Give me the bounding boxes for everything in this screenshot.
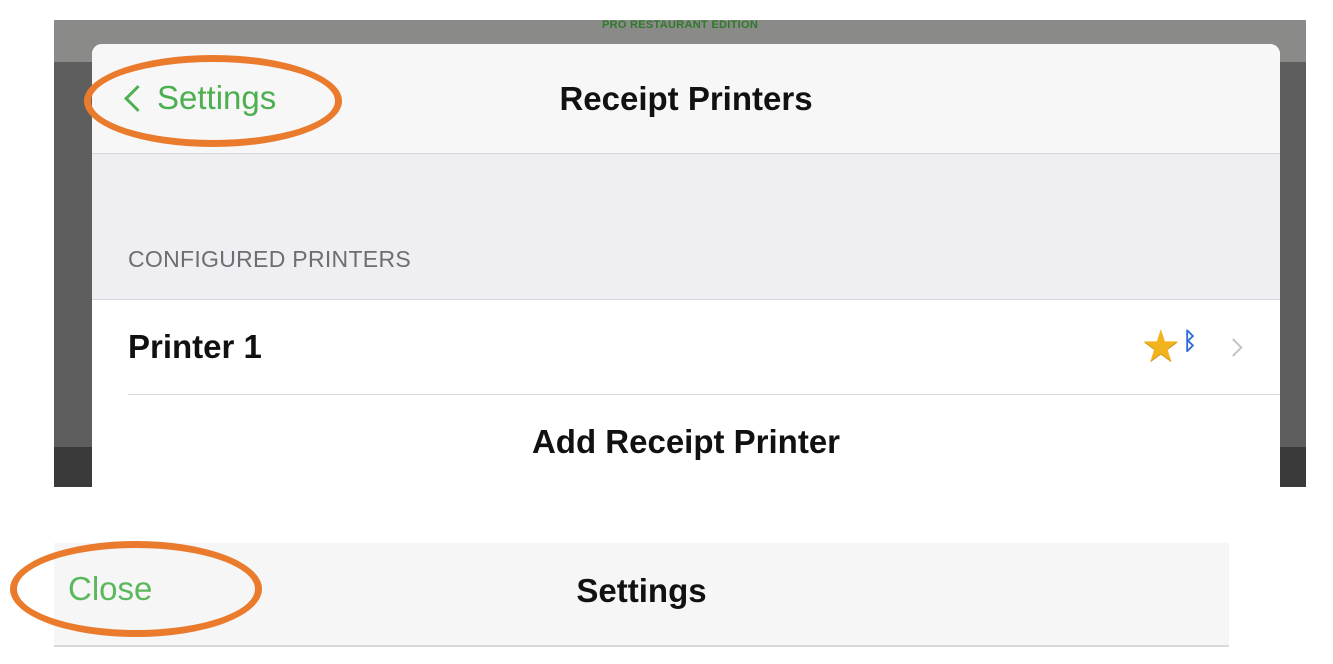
add-receipt-printer-button[interactable]: Add Receipt Printer xyxy=(92,395,1280,487)
printers-list: Printer 1 ★ ᛒ Add Receipt Printer xyxy=(92,299,1280,487)
back-button-label: Settings xyxy=(157,79,277,116)
navigation-bar: Receipt Printers Settings xyxy=(92,44,1280,154)
back-to-settings-button[interactable]: Settings xyxy=(122,74,276,122)
edition-label: PRO RESTAURANT EDITION xyxy=(601,20,759,31)
close-button[interactable]: Close xyxy=(68,565,152,613)
printer-row-accessories: ★ ᛒ xyxy=(1141,300,1243,394)
add-receipt-printer-label: Add Receipt Printer xyxy=(531,423,841,460)
receipt-printers-modal: Receipt Printers Settings CONFIGURED PRI… xyxy=(92,44,1280,487)
printer-name: Printer 1 xyxy=(128,328,262,365)
chevron-right-icon xyxy=(1224,337,1243,357)
section-header-configured-printers: CONFIGURED PRINTERS xyxy=(128,246,411,272)
star-icon: ★ xyxy=(1141,322,1181,371)
settings-screenshot: Settings Close xyxy=(54,543,1229,647)
printer-row[interactable]: Printer 1 ★ ᛒ xyxy=(92,300,1280,395)
receipt-printers-screenshot: PRO RESTAURANT EDITION Receipt Printers … xyxy=(54,20,1306,487)
chevron-left-icon xyxy=(124,84,151,112)
bluetooth-icon: ᛒ xyxy=(1182,328,1197,355)
settings-title: Settings xyxy=(576,572,707,609)
